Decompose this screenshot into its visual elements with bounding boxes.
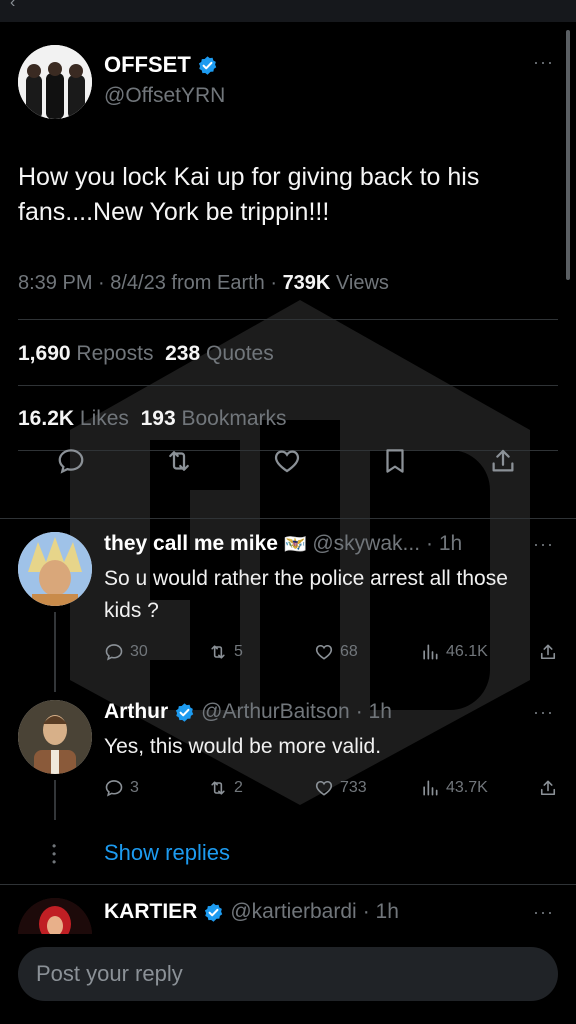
like-icon (315, 644, 333, 660)
avatar[interactable] (18, 700, 92, 774)
author-name[interactable]: KARTIER (104, 900, 197, 924)
share-button[interactable] (538, 639, 558, 665)
reply-age: · 1h (355, 700, 392, 723)
more-icon[interactable]: ··· (533, 52, 554, 73)
reply-composer (18, 947, 558, 1001)
share-icon (540, 780, 556, 796)
reply-age: · 1h (362, 900, 399, 923)
repost-button[interactable]: 5 (208, 639, 314, 665)
author-handle[interactable]: @skywak... (312, 532, 420, 556)
reply-icon (105, 780, 123, 797)
scrollbar[interactable] (566, 30, 570, 280)
author-handle[interactable]: @kartierbardi (230, 900, 356, 924)
reply-input[interactable] (18, 947, 558, 1001)
thread-line (54, 612, 56, 692)
reply-icon (105, 644, 123, 661)
divider (0, 518, 576, 519)
divider (18, 385, 558, 386)
avatar[interactable] (18, 898, 92, 934)
reposts-link[interactable]: 1,690 Reposts (18, 342, 153, 365)
author-handle[interactable]: @OffsetYRN (104, 84, 225, 108)
reply-actions: 3 2 733 43.7K (104, 775, 564, 801)
tweet-meta: 8:39 PM · 8/4/23 from Earth · 739K Views (18, 272, 389, 295)
views-button[interactable]: 43.7K (420, 775, 538, 801)
avatar-clip (18, 898, 92, 934)
reply-button[interactable]: 3 (104, 775, 208, 801)
verified-icon (176, 702, 194, 722)
repost-icon (211, 781, 225, 795)
repost-stats: 1,690 Reposts 238 Quotes (18, 342, 274, 366)
tweet-timestamp[interactable]: 8:39 PM · 8/4/23 from Earth · (18, 272, 283, 294)
show-replies-link[interactable]: Show replies (104, 840, 230, 866)
author-name[interactable]: OFFSET (104, 52, 191, 78)
views-icon (423, 644, 438, 660)
repost-button[interactable]: 2 (208, 775, 314, 801)
likes-link[interactable]: 16.2K Likes (18, 407, 129, 430)
thread-line (54, 780, 56, 820)
tweet-text: How you lock Kai up for giving back to h… (18, 163, 480, 226)
bookmark-icon[interactable] (380, 446, 410, 476)
author-row: KARTIER @kartierbardi · 1h (104, 900, 399, 924)
bookmarks-link[interactable]: 193 Bookmarks (141, 407, 287, 430)
top-bar: ‹ (0, 0, 576, 22)
author-handle[interactable]: @ArthurBaitson (201, 700, 350, 724)
back-icon[interactable]: ‹ (10, 0, 15, 12)
like-button[interactable]: 733 (314, 775, 420, 801)
repost-icon[interactable] (164, 446, 194, 476)
views-count: 739K (282, 272, 331, 294)
avatar[interactable] (18, 532, 92, 606)
divider (18, 319, 558, 320)
tweet-action-bar (0, 446, 576, 482)
reply-text: Yes, this would be more valid. (104, 735, 382, 758)
like-button[interactable]: 68 (314, 639, 420, 665)
author-name[interactable]: Arthur (104, 700, 168, 724)
quotes-link[interactable]: 238 Quotes (165, 342, 274, 365)
share-button[interactable] (538, 775, 558, 801)
like-icon (315, 780, 333, 796)
views-icon (423, 780, 438, 796)
reply-button[interactable]: 30 (104, 639, 208, 665)
more-icon[interactable]: ··· (533, 534, 554, 555)
author-name[interactable]: they call me mike (104, 532, 278, 556)
reply-age: · 1h (426, 532, 463, 555)
avatar[interactable] (18, 45, 92, 119)
more-icon[interactable]: ··· (533, 902, 554, 923)
reply-text: So u would rather the police arrest all … (104, 567, 508, 622)
divider (0, 884, 576, 885)
author-row: OFFSET (104, 52, 218, 78)
flag-icon: 🇻🇮 (283, 533, 307, 554)
verified-icon (198, 55, 217, 75)
repost-icon (211, 645, 225, 659)
author-row: Arthur @ArthurBaitson · 1h (104, 700, 392, 724)
more-icon[interactable]: ··· (533, 702, 554, 723)
like-stats: 16.2K Likes 193 Bookmarks (18, 407, 287, 431)
views-label: Views (335, 272, 389, 294)
verified-icon (205, 902, 223, 922)
share-icon[interactable] (488, 446, 518, 476)
like-icon[interactable] (272, 446, 302, 476)
share-icon (540, 644, 556, 660)
author-row: they call me mike 🇻🇮 @skywak... · 1h (104, 532, 462, 556)
thread-dots: • • • (52, 839, 57, 869)
reply-icon[interactable] (56, 446, 86, 476)
views-button[interactable]: 46.1K (420, 639, 538, 665)
reply-actions: 30 5 68 46.1K (104, 639, 564, 665)
